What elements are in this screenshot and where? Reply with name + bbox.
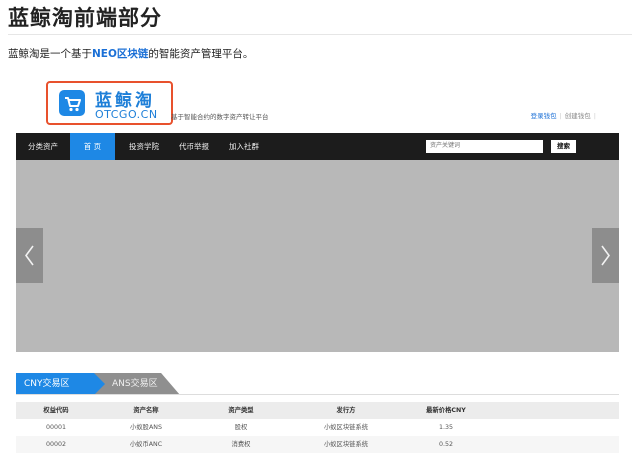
nav-item-community[interactable]: 加入社群 — [219, 133, 269, 160]
create-wallet-link[interactable]: 创建钱包 — [565, 112, 591, 120]
neo-blockchain-link[interactable]: NEO区块链 — [92, 48, 148, 60]
tab-ans-market[interactable]: ANS交易区 — [94, 373, 180, 395]
search-button[interactable]: 搜索 — [551, 140, 576, 153]
asset-issuer: 小蚁区块链系统 — [323, 441, 369, 448]
title-divider — [8, 34, 632, 35]
asset-name: 小蚁股ANS — [130, 424, 162, 431]
asset-search-input[interactable] — [426, 140, 543, 153]
site-logo[interactable]: 蓝鲸淘 OTCGO.CN — [46, 81, 173, 125]
intro-paragraph: 蓝鲸淘是一个基于NEO区块链的智能资产管理平台。 — [8, 46, 253, 61]
user-links: 登录钱包 | 创建钱包 | — [531, 110, 599, 120]
asset-name: 小蚁币ANC — [129, 441, 163, 448]
tab-arrow — [94, 373, 105, 395]
market-tabs: ANS交易区 CNY交易区 — [16, 373, 619, 395]
tabs-divider — [16, 394, 619, 395]
asset-issuer: 小蚁区块链系统 — [323, 424, 369, 431]
asset-type: 消费权 — [231, 441, 251, 448]
carousel-next-button[interactable] — [592, 228, 619, 283]
nav-item-categories[interactable]: 分类资产 — [16, 133, 70, 160]
asset-table: 权益代码 资产名称 资产类型 发行方 最新价格CNY 00001 小蚁股ANS … — [16, 402, 619, 453]
main-nav: 分类资产 首 页 投资学院 代币举报 加入社群 搜索 — [16, 133, 619, 160]
link-separator: | — [559, 112, 562, 120]
intro-suffix: 的智能资产管理平台。 — [148, 48, 254, 60]
asset-price: 0.52 — [438, 441, 454, 448]
page-title: 蓝鲸淘前端部分 — [8, 6, 162, 30]
table-row[interactable]: 00002 小蚁币ANC 消费权 小蚁区块链系统 0.52 — [16, 436, 619, 453]
column-header: 发行方 — [336, 407, 356, 414]
nav-item-report[interactable]: 代币举报 — [169, 133, 219, 160]
column-header: 权益代码 — [43, 407, 69, 414]
chevron-right-icon — [601, 245, 610, 266]
nav-item-academy[interactable]: 投资学院 — [119, 133, 169, 160]
column-header: 资产名称 — [133, 407, 159, 414]
site-screenshot: 蓝鲸淘 OTCGO.CN 基于智能合约的数字资产转让平台 登录钱包 | 创建钱包 | … — [16, 80, 619, 468]
asset-code: 00001 — [45, 424, 67, 431]
column-header: 资产类型 — [228, 407, 254, 414]
logo-domain: OTCGO.CN — [95, 108, 158, 121]
table-row[interactable]: 00001 小蚁股ANS 股权 小蚁区块链系统 1.35 — [16, 419, 619, 436]
chevron-left-icon — [25, 245, 34, 266]
carousel-prev-button[interactable] — [16, 228, 43, 283]
table-header: 权益代码 资产名称 资产类型 发行方 最新价格CNY — [16, 402, 619, 419]
asset-type: 股权 — [234, 424, 248, 431]
cart-icon — [59, 90, 85, 116]
banner-carousel — [16, 160, 619, 352]
column-header: 最新价格CNY — [426, 407, 466, 414]
intro-prefix: 蓝鲸淘是一个基于 — [8, 48, 92, 60]
login-wallet-link[interactable]: 登录钱包 — [531, 112, 557, 120]
nav-item-home[interactable]: 首 页 — [70, 133, 115, 160]
tab-cny-market[interactable]: CNY交易区 — [16, 373, 94, 395]
site-slogan: 基于智能合约的数字资产转让平台 — [171, 113, 269, 121]
asset-code: 00002 — [45, 441, 67, 448]
link-separator: | — [593, 112, 596, 120]
asset-price: 1.35 — [438, 424, 454, 431]
